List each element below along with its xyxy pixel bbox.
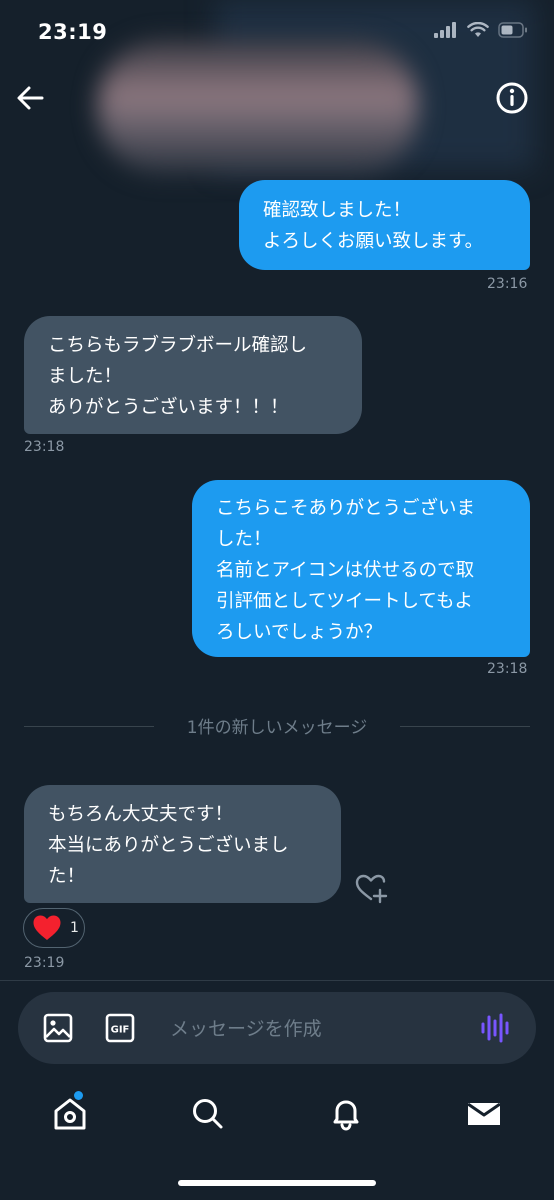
voice-wave-icon — [481, 1013, 509, 1043]
message-timestamp: 23:19 — [24, 955, 65, 971]
reaction-badge[interactable]: 1 — [23, 908, 85, 948]
blurred-avatar-and-name — [98, 40, 418, 174]
heart-icon — [33, 915, 61, 940]
nav-search[interactable] — [188, 1094, 228, 1134]
message-input[interactable] — [168, 1010, 462, 1048]
add-media-button[interactable] — [42, 1012, 74, 1044]
message-timestamp: 23:18 — [24, 439, 65, 455]
nav-messages[interactable] — [464, 1094, 504, 1134]
add-reaction-button[interactable] — [353, 870, 389, 906]
home-indicator[interactable] — [178, 1180, 376, 1186]
message-composer: GIF — [18, 992, 536, 1064]
add-gif-button[interactable]: GIF — [104, 1012, 136, 1044]
dm-conversation-screen: 23:19 確認致しました！ よろしくお願い致します。 23:16 こちらもラブ… — [0, 0, 554, 1200]
message-bubble-received[interactable]: こちらもラブラブボール確認し ました！ ありがとうございます！！！ — [24, 316, 362, 434]
divider-line-right — [400, 726, 530, 727]
nav-notifications[interactable] — [326, 1094, 366, 1134]
bell-icon — [333, 1100, 359, 1131]
search-icon — [193, 1099, 223, 1129]
status-time: 23:19 — [38, 20, 108, 44]
conversation-info-button[interactable] — [494, 80, 530, 116]
image-icon — [43, 1013, 73, 1043]
message-timestamp: 23:16 — [487, 276, 528, 292]
gif-icon: GIF — [105, 1013, 135, 1043]
nav-home[interactable] — [50, 1091, 90, 1134]
message-bubble-sent[interactable]: こちらこそありがとうございま した！ 名前とアイコンは伏せるので取 引評価として… — [192, 480, 530, 657]
voice-message-button[interactable] — [480, 1012, 510, 1044]
reaction-count: 1 — [70, 920, 79, 936]
composer-separator — [0, 980, 554, 981]
info-icon — [496, 82, 528, 114]
message-bubble-sent[interactable]: 確認致しました！ よろしくお願い致します。 — [239, 180, 530, 270]
heart-plus-icon — [355, 874, 388, 904]
gif-label: GIF — [111, 1025, 130, 1036]
home-icon — [54, 1098, 86, 1130]
message-timestamp: 23:18 — [487, 661, 528, 677]
home-notification-dot — [74, 1091, 83, 1100]
message-bubble-received[interactable]: もちろん大丈夫です！ 本当にありがとうございまし た！ — [24, 785, 341, 903]
arrow-left-icon — [17, 86, 44, 110]
mail-icon — [467, 1102, 501, 1125]
back-button[interactable] — [12, 80, 48, 116]
